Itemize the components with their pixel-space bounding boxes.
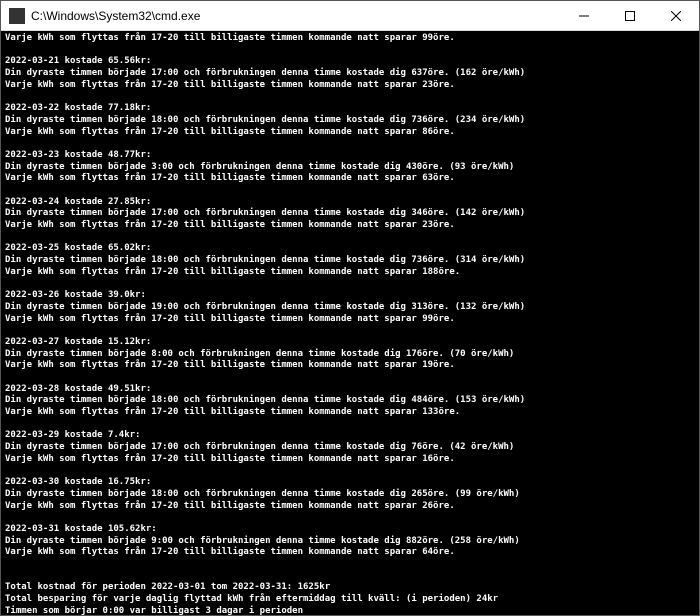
output-line: Varje kWh som flyttas från 17-20 till bi… (5, 173, 695, 185)
output-line: Din dyraste timmen började 18:00 och för… (5, 489, 695, 501)
output-line: 2022-03-22 kostade 77.18kr: (5, 103, 695, 115)
output-line (5, 185, 695, 197)
window-controls (561, 1, 699, 30)
output-line: 2022-03-29 kostade 7.4kr: (5, 430, 695, 442)
output-line (5, 465, 695, 477)
output-line: Total besparing för varje daglig flyttad… (5, 594, 695, 606)
output-line: 2022-03-23 kostade 48.77kr: (5, 150, 695, 162)
output-line: Din dyraste timmen började 8:00 och förb… (5, 349, 695, 361)
output-line: Varje kWh som flyttas från 17-20 till bi… (5, 501, 695, 513)
output-line (5, 138, 695, 150)
output-line: 2022-03-21 kostade 65.56kr: (5, 56, 695, 68)
minimize-button[interactable] (561, 1, 607, 30)
output-line (5, 232, 695, 244)
maximize-icon (625, 11, 635, 21)
output-line: Varje kWh som flyttas från 17-20 till bi… (5, 127, 695, 139)
output-line: 2022-03-30 kostade 16.75kr: (5, 477, 695, 489)
output-line: Varje kWh som flyttas från 17-20 till bi… (5, 314, 695, 326)
output-line: 2022-03-28 kostade 49.51kr: (5, 384, 695, 396)
close-button[interactable] (653, 1, 699, 30)
minimize-icon (579, 11, 589, 21)
output-line (5, 372, 695, 384)
output-line: Varje kWh som flyttas från 17-20 till bi… (5, 33, 695, 45)
output-line: Din dyraste timmen började 19:00 och för… (5, 302, 695, 314)
titlebar[interactable]: C:\Windows\System32\cmd.exe (1, 1, 699, 31)
output-line (5, 559, 695, 571)
output-line: Varje kWh som flyttas från 17-20 till bi… (5, 220, 695, 232)
output-line: Din dyraste timmen började 18:00 och för… (5, 395, 695, 407)
output-line: 2022-03-27 kostade 15.12kr: (5, 337, 695, 349)
output-line: Varje kWh som flyttas från 17-20 till bi… (5, 267, 695, 279)
terminal-output[interactable]: Varje kWh som flyttas från 17-20 till bi… (1, 31, 699, 615)
output-line: 2022-03-26 kostade 39.0kr: (5, 290, 695, 302)
output-line (5, 512, 695, 524)
output-line (5, 91, 695, 103)
output-line: Varje kWh som flyttas från 17-20 till bi… (5, 454, 695, 466)
output-line (5, 571, 695, 583)
output-line: Din dyraste timmen började 9:00 och förb… (5, 536, 695, 548)
output-line: Timmen som börjar 0:00 var billigast 3 d… (5, 606, 695, 615)
output-line: Din dyraste timmen började 3:00 och förb… (5, 162, 695, 174)
output-line (5, 325, 695, 337)
output-line: Din dyraste timmen började 18:00 och för… (5, 115, 695, 127)
close-icon (671, 11, 681, 21)
output-line (5, 419, 695, 431)
output-line: 2022-03-25 kostade 65.02kr: (5, 243, 695, 255)
output-line: 2022-03-24 kostade 27.85kr: (5, 197, 695, 209)
output-line: Varje kWh som flyttas från 17-20 till bi… (5, 547, 695, 559)
output-line: Varje kWh som flyttas från 17-20 till bi… (5, 360, 695, 372)
output-line: Varje kWh som flyttas från 17-20 till bi… (5, 407, 695, 419)
output-line: Total kostnad för perioden 2022-03-01 to… (5, 582, 695, 594)
output-line: Din dyraste timmen började 17:00 och för… (5, 442, 695, 454)
maximize-button[interactable] (607, 1, 653, 30)
output-line: 2022-03-31 kostade 105.62kr: (5, 524, 695, 536)
output-line (5, 278, 695, 290)
output-line: Varje kWh som flyttas från 17-20 till bi… (5, 80, 695, 92)
cmd-window: C:\Windows\System32\cmd.exe Varje kWh so… (0, 0, 700, 616)
output-line (5, 45, 695, 57)
output-line: Din dyraste timmen började 17:00 och för… (5, 208, 695, 220)
output-line: Din dyraste timmen började 18:00 och för… (5, 255, 695, 267)
window-title: C:\Windows\System32\cmd.exe (31, 9, 561, 23)
cmd-icon (9, 8, 25, 24)
output-line: Din dyraste timmen började 17:00 och för… (5, 68, 695, 80)
